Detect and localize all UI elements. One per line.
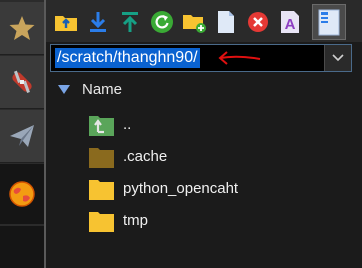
red-arrow-annotation-icon xyxy=(218,51,261,65)
folder-icon xyxy=(89,212,114,232)
new-folder-icon xyxy=(183,15,206,33)
rename-glyph: A xyxy=(285,16,296,33)
folder-icon xyxy=(89,180,114,200)
parent-folder-button[interactable] xyxy=(54,10,78,34)
file-name: .. xyxy=(123,116,132,133)
name-column-header[interactable]: Name xyxy=(46,78,362,102)
paper-plane-icon xyxy=(10,125,34,147)
sort-triangle-icon xyxy=(58,85,70,94)
swiss-knife-icon xyxy=(12,70,32,93)
download-button[interactable] xyxy=(86,10,110,34)
name-column-label: Name xyxy=(82,81,123,98)
view-panel-button[interactable] xyxy=(312,4,346,40)
star-icon xyxy=(9,16,35,40)
file-row-tmp[interactable]: tmp xyxy=(46,206,362,236)
file-name: .cache xyxy=(123,148,168,165)
chevron-down-icon xyxy=(332,54,344,62)
rename-button[interactable]: A xyxy=(278,10,302,34)
sidebar-tab-transfer[interactable] xyxy=(0,110,44,163)
delete-icon xyxy=(248,12,268,32)
sidebar-tab-favorites[interactable] xyxy=(0,2,44,55)
new-file-button[interactable] xyxy=(214,10,238,34)
folder-up-icon xyxy=(55,16,77,31)
file-row-python-opencaht[interactable]: python_opencaht xyxy=(46,174,362,204)
hidden-folder-icon xyxy=(89,148,114,168)
toolbar: A xyxy=(46,0,362,42)
refresh-button[interactable] xyxy=(150,10,174,34)
view-panel-icon xyxy=(318,9,340,36)
download-icon xyxy=(90,12,106,32)
new-file-icon xyxy=(218,11,234,33)
activity-sidebar xyxy=(0,0,44,268)
refresh-icon xyxy=(151,11,173,33)
file-name: tmp xyxy=(123,212,149,229)
rename-icon: A xyxy=(281,11,299,33)
parent-folder-icon xyxy=(89,116,114,136)
path-dropdown-button[interactable] xyxy=(324,45,351,71)
sidebar-tab-tools[interactable] xyxy=(0,56,44,109)
path-input[interactable]: /scratch/thanghn90/ xyxy=(50,44,352,72)
file-name: python_opencaht xyxy=(123,180,239,197)
file-browser-panel: A /scratch/thanghn90/ Name .. .cache pyt… xyxy=(46,0,362,268)
globe-icon xyxy=(9,181,35,207)
path-input-value[interactable]: /scratch/thanghn90/ xyxy=(55,48,200,68)
new-folder-button[interactable] xyxy=(182,10,206,34)
delete-button[interactable] xyxy=(246,10,270,34)
sidebar-tab-remote[interactable] xyxy=(0,164,44,224)
sidebar-empty-area xyxy=(0,226,44,268)
upload-button[interactable] xyxy=(118,10,142,34)
file-row-parent[interactable]: .. xyxy=(46,110,362,140)
upload-icon xyxy=(122,12,138,32)
file-row-cache[interactable]: .cache xyxy=(46,142,362,172)
